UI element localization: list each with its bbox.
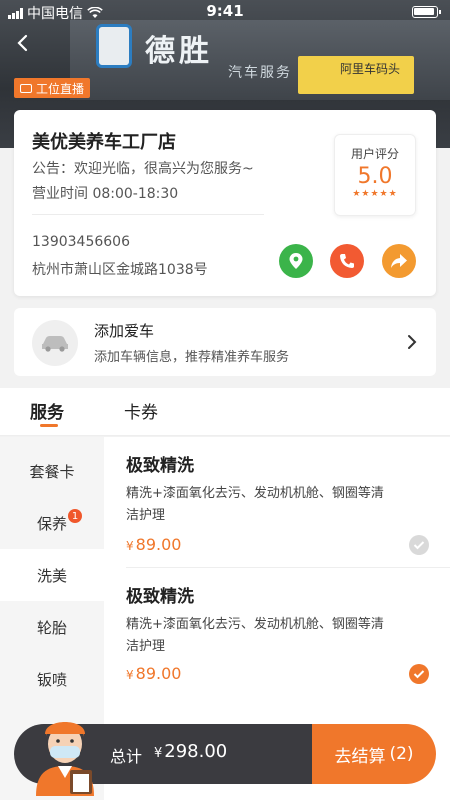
- category-label: 洗美: [36, 566, 67, 585]
- service-description: 精洗+漆面氧化去污、发动机机舱、钢圈等清洁护理: [126, 486, 384, 523]
- yellow-shop-sign: 阿里车码头: [298, 56, 414, 94]
- car-icon: [42, 336, 68, 352]
- store-sign-lettering: 德胜: [145, 34, 213, 69]
- store-notice: 公告：欢迎光临，很高兴为您服务~: [32, 161, 254, 177]
- checkout-count: (2): [389, 744, 414, 764]
- store-sign-sub-lettering: 汽车服务: [228, 65, 292, 81]
- service-description: 精洗+漆面氧化去污、发动机机舱、钢圈等清洁护理: [126, 617, 384, 654]
- mechanic-mascot-illustration: [36, 722, 94, 796]
- service-title: 极致精洗: [126, 587, 194, 607]
- navigate-button[interactable]: [279, 244, 313, 278]
- category-label: 套餐卡: [29, 462, 75, 481]
- tab-service[interactable]: 服务: [30, 398, 64, 423]
- total-value: 298.00: [164, 741, 228, 762]
- share-button[interactable]: [382, 244, 416, 278]
- add-car-subtitle: 添加车辆信息，推荐精准养车服务: [94, 350, 290, 365]
- add-car-card[interactable]: 添加爱车 添加车辆信息，推荐精准养车服务: [14, 308, 436, 376]
- store-address: 杭州市萧山区金城路1038号: [32, 262, 208, 278]
- service-price: ¥89.00: [126, 664, 181, 683]
- chevron-right-icon: [408, 335, 417, 349]
- tab-bar: 服务 卡券: [0, 388, 450, 436]
- total-amount: ¥298.00: [154, 741, 227, 762]
- back-button[interactable]: [12, 32, 34, 54]
- category-item-maintenance[interactable]: 保养 1: [0, 497, 104, 549]
- currency-symbol: ¥: [154, 746, 163, 761]
- share-arrow-icon: [391, 254, 407, 268]
- checkout-button[interactable]: 去结算 (2): [312, 724, 436, 784]
- category-label: 钣喷: [36, 670, 67, 689]
- price-value: 89.00: [135, 535, 182, 554]
- store-hours: 营业时间 08:00-18:30: [32, 186, 179, 202]
- service-item[interactable]: 极致精洗 精洗+漆面氧化去污、发动机机舱、钢圈等清洁护理 ¥89.00: [104, 568, 450, 698]
- store-phone: 13903456606: [32, 234, 130, 250]
- count-badge: 1: [68, 509, 82, 523]
- car-avatar: [32, 320, 78, 366]
- status-bar: 中国电信 9:41: [0, 0, 450, 24]
- price-value: 89.00: [135, 664, 182, 683]
- rating-stars: ★★★★★: [352, 189, 398, 199]
- live-stream-tag[interactable]: 工位直播: [14, 78, 91, 98]
- select-checkbox[interactable]: [409, 664, 429, 684]
- rating-box: 用户评分 5.0 ★★★★★: [334, 134, 416, 216]
- tab-cards[interactable]: 卡券: [124, 398, 158, 423]
- select-checkbox[interactable]: [409, 535, 429, 555]
- divider: [32, 214, 264, 215]
- category-item-wash[interactable]: 洗美: [0, 549, 104, 601]
- service-title: 极致精洗: [126, 456, 194, 476]
- currency-symbol: ¥: [126, 668, 134, 682]
- category-item-tire[interactable]: 轮胎: [0, 601, 104, 653]
- category-label: 保养: [36, 514, 67, 533]
- add-car-title: 添加爱车: [94, 322, 155, 340]
- category-label: 轮胎: [36, 618, 67, 637]
- checkmark-icon: [413, 541, 425, 550]
- rating-label: 用户评分: [350, 147, 399, 161]
- service-item[interactable]: 极致精洗 精洗+漆面氧化去污、发动机机舱、钢圈等清洁护理 ¥89.00: [104, 437, 450, 568]
- category-item-paint[interactable]: 钣喷: [0, 653, 104, 705]
- battery-icon: [412, 6, 441, 18]
- chevron-left-icon: [17, 34, 28, 52]
- currency-symbol: ¥: [126, 539, 134, 553]
- store-info-card: 美优美养车工厂店 公告：欢迎光临，很高兴为您服务~ 营业时间 08:00-18:…: [14, 110, 436, 296]
- total-label: 总计: [110, 747, 143, 766]
- camera-icon: [20, 83, 32, 93]
- location-pin-icon: [289, 253, 303, 269]
- checkmark-icon: [413, 670, 425, 679]
- rating-value: 5.0: [357, 164, 393, 189]
- live-tag-label: 工位直播: [36, 81, 85, 96]
- phone-icon: [340, 254, 354, 268]
- category-item-package[interactable]: 套餐卡: [0, 445, 104, 497]
- store-sign-logo: [96, 24, 132, 68]
- call-button[interactable]: [330, 244, 364, 278]
- store-name: 美优美养车工厂店: [32, 132, 176, 153]
- clock: 9:41: [206, 2, 244, 20]
- active-tab-indicator: [40, 424, 58, 427]
- service-price: ¥89.00: [126, 535, 181, 554]
- checkout-label: 去结算: [334, 746, 386, 767]
